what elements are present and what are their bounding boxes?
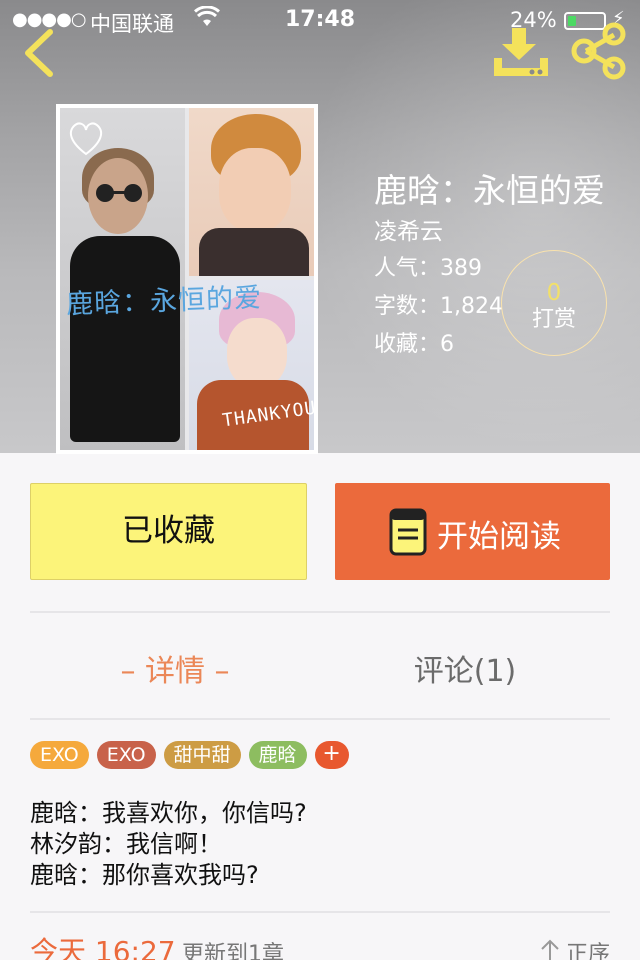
tag[interactable]: EXO — [96, 741, 156, 769]
favorites-stat: 收藏：6 — [374, 332, 454, 357]
tip-count: 0 — [546, 280, 562, 306]
book-cover[interactable]: 鹿晗：永恒的爱 THANKYOU — [56, 104, 318, 454]
tag[interactable]: EXO — [30, 741, 89, 769]
sunglasses-icon — [96, 184, 142, 202]
popularity-stat: 人气：389 — [374, 256, 482, 281]
start-reading-label: 开始阅读 — [437, 519, 561, 555]
favorited-button[interactable]: 已收藏 — [30, 483, 307, 580]
tab-detail[interactable]: – 详情 – — [30, 646, 320, 690]
book-icon — [389, 508, 427, 556]
divider — [30, 911, 610, 913]
divider — [30, 611, 610, 613]
tag[interactable]: 鹿晗 — [248, 741, 307, 769]
arrow-up-icon — [540, 939, 560, 960]
book-synopsis: 鹿晗：我喜欢你，你信吗? 林汐韵：我信啊！ 鹿晗：那你喜欢我吗? — [30, 799, 307, 889]
heart-doodle-icon — [69, 122, 103, 156]
tag[interactable]: 甜中甜 — [163, 741, 241, 769]
tip-label: 打赏 — [531, 307, 576, 332]
cover-artwork: 鹿晗：永恒的爱 THANKYOU — [60, 108, 314, 450]
book-title: 鹿晗：永恒的爱 — [374, 171, 605, 210]
add-tag-button[interactable]: + — [314, 741, 349, 769]
sort-order-button[interactable]: 正序 — [540, 936, 610, 960]
share-button[interactable] — [570, 22, 628, 80]
update-row: 今天 16:27 更新到1章 正序 — [30, 926, 610, 960]
word-count-stat: 字数：1,824 — [374, 294, 503, 319]
back-button[interactable] — [20, 28, 60, 78]
share-icon — [571, 22, 626, 80]
download-icon — [494, 28, 548, 76]
divider — [30, 718, 610, 720]
download-button[interactable] — [492, 26, 550, 80]
update-time: 今天 16:27 — [30, 935, 176, 960]
author-name[interactable]: 凌希云 — [374, 212, 443, 246]
tip-button[interactable]: 0 打赏 — [501, 250, 607, 356]
chevron-left-icon — [25, 29, 53, 77]
tab-comments[interactable]: 评论(1) — [320, 646, 610, 690]
update-status: 更新到1章 — [182, 942, 284, 960]
cover-photo-boy-orange-hair — [189, 108, 314, 276]
sort-order-label: 正序 — [565, 942, 610, 960]
tag-list: EXO EXO 甜中甜 鹿晗 + — [30, 741, 349, 769]
start-reading-button[interactable]: 开始阅读 — [335, 483, 610, 580]
